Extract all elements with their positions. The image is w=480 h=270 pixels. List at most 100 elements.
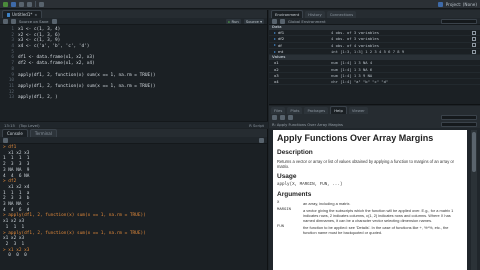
back-arrow-icon[interactable] bbox=[3, 18, 8, 24]
new-file-icon[interactable] bbox=[3, 1, 8, 7]
line-number-gutter: 1 2 3 4 5 6 7 8 9 10 11 12 13 bbox=[0, 27, 14, 101]
editor-tabs: Untitled1* × bbox=[0, 10, 267, 18]
r-file-icon bbox=[7, 12, 10, 17]
import-dataset-icon[interactable] bbox=[272, 18, 277, 24]
view-table-icon[interactable] bbox=[472, 49, 476, 54]
description-text: Returns a vector or array or list of val… bbox=[277, 159, 455, 170]
expand-arrow-icon[interactable] bbox=[274, 31, 276, 34]
help-topic-label: R: Apply Functions Over Array Margins bbox=[272, 122, 343, 127]
tab-files[interactable]: Files bbox=[271, 107, 286, 114]
environment-toolbar: Global Environment bbox=[269, 18, 480, 25]
tab-history[interactable]: History bbox=[305, 11, 325, 18]
source-label: Source bbox=[245, 18, 259, 24]
global-env-selector[interactable]: Global Environment bbox=[288, 19, 326, 24]
arguments-heading: Arguments bbox=[277, 191, 312, 199]
variable-value: 4 obs. of 3 variables bbox=[331, 36, 380, 42]
code-line[interactable]: apply(df1, 2, function(x) sum(x == 1, na… bbox=[18, 84, 155, 90]
variable-name-text: mt bbox=[278, 49, 284, 55]
code-line[interactable]: apply(df1, 2, ) bbox=[18, 95, 155, 101]
tab-console[interactable]: Console bbox=[2, 129, 28, 137]
broom-icon[interactable] bbox=[280, 18, 285, 24]
find-in-topic-input[interactable] bbox=[441, 122, 477, 127]
help-pane-tabs: Files Plots Packages Help Viewer bbox=[269, 106, 480, 114]
search-icon[interactable] bbox=[51, 18, 57, 24]
help-scrollbar[interactable] bbox=[471, 130, 477, 270]
expand-arrow-icon[interactable] bbox=[274, 50, 276, 53]
save-icon[interactable] bbox=[27, 1, 32, 7]
tab-environment[interactable]: Environment bbox=[271, 10, 304, 18]
environment-search-input[interactable] bbox=[441, 18, 477, 24]
console-pane: Console Terminal > df1 x1 x2 x3 1 1 1 12 … bbox=[0, 129, 268, 270]
argument-name: X bbox=[277, 201, 280, 206]
help-search-input[interactable] bbox=[441, 115, 477, 120]
home-icon[interactable] bbox=[288, 115, 293, 120]
scrollbar-thumb[interactable] bbox=[472, 132, 476, 172]
tab-plots[interactable]: Plots bbox=[287, 107, 303, 114]
open-file-icon[interactable] bbox=[19, 1, 24, 7]
main-toolbar: Project: (None) bbox=[0, 0, 480, 9]
run-arrow-icon: ▸ bbox=[228, 18, 231, 24]
view-table-icon[interactable] bbox=[472, 30, 476, 35]
variable-value: int [1:3, 1:3] 1 2 3 4 5 6 7 8 9 bbox=[331, 49, 405, 55]
argument-description: a vector giving the subscripts which the… bbox=[303, 208, 454, 224]
scope-selector[interactable]: (Top Level) bbox=[19, 123, 40, 128]
variable-name: x4 bbox=[269, 79, 331, 84]
tab-viewer[interactable]: Viewer bbox=[348, 107, 368, 114]
variable-name-text: x1 bbox=[274, 60, 279, 66]
file-type-selector[interactable]: R Script bbox=[249, 123, 264, 128]
terminal-tab-label: Terminal bbox=[34, 131, 52, 136]
usage-heading: Usage bbox=[277, 173, 297, 181]
view-table-icon[interactable] bbox=[472, 43, 476, 48]
tab-help[interactable]: Help bbox=[330, 106, 347, 114]
source-on-save-checkbox[interactable]: Source on Save bbox=[19, 19, 49, 24]
project-menu[interactable]: Project: (None) bbox=[446, 2, 477, 7]
environment-tabs: Environment History Connections bbox=[269, 10, 480, 18]
variable-name-text: df2 bbox=[278, 36, 285, 42]
console-toolbar bbox=[0, 137, 267, 144]
source-editor-pane: Untitled1* × Source on Save ▸ Run Source… bbox=[0, 10, 268, 128]
tab-connections[interactable]: Connections bbox=[326, 11, 357, 18]
tab-packages[interactable]: Packages bbox=[304, 107, 329, 114]
print-icon[interactable] bbox=[39, 1, 44, 7]
save-icon[interactable] bbox=[11, 18, 16, 24]
source-button[interactable]: Source ▾ bbox=[243, 18, 264, 24]
tab-label: Untitled1* bbox=[12, 12, 33, 17]
close-tab-icon[interactable]: × bbox=[34, 13, 37, 17]
forward-icon[interactable] bbox=[280, 115, 285, 120]
variable-value: num [1:4] 1 3 NA 4 bbox=[331, 60, 373, 66]
line-number: 13 bbox=[8, 95, 14, 101]
run-button[interactable]: ▸ Run bbox=[226, 18, 241, 24]
argument-description: an array, including a matrix. bbox=[303, 201, 351, 207]
tab-untitled1[interactable]: Untitled1* × bbox=[2, 10, 43, 18]
argument-row: FUN the function to be applied: see 'Deta… bbox=[277, 225, 463, 235]
variable-value: chr [1:4] "a" "b" "c" "d" bbox=[331, 79, 389, 85]
variable-name: df1 bbox=[269, 30, 331, 35]
variable-name: x1 bbox=[269, 60, 331, 65]
files-help-pane: Files Plots Packages Help Viewer R: Apply Fu… bbox=[269, 106, 480, 270]
project-icon bbox=[437, 1, 443, 7]
view-table-icon[interactable] bbox=[472, 36, 476, 41]
code-lines[interactable]: x1 <- c(1, 3, 4) x2 <- c(1, 3, 6) x3 <- c(… bbox=[18, 27, 155, 101]
argument-description: the function to be applied: see 'Details… bbox=[303, 225, 449, 236]
environment-pane: Environment History Connections Global Env… bbox=[269, 10, 480, 105]
code-area[interactable]: 1 2 3 4 5 6 7 8 9 10 11 12 13 x1 <- c(1, 3, 4) x2 <- … bbox=[0, 26, 268, 120]
argument-row: MARGIN a vector giving the subscripts whi… bbox=[277, 208, 463, 223]
variable-value: 4 obs. of 4 variables bbox=[331, 42, 380, 48]
variable-value: num [1:4] 1 3 9 NA bbox=[331, 72, 373, 78]
console-output[interactable]: > df1 x1 x2 x3 1 1 1 12 3 3 33 NA NA 94 4… bbox=[3, 145, 146, 259]
environment-row[interactable]: x4 chr [1:4] "a" "b" "c" "d" bbox=[269, 79, 480, 86]
expand-arrow-icon[interactable] bbox=[274, 37, 276, 40]
values-list: x1 num [1:4] 1 3 NA 4 x2 num [1:4] 1 3 NA 6… bbox=[269, 60, 480, 86]
console-line: > apply(df1, 2, function(x) sum(x == 1, … bbox=[3, 230, 146, 236]
r-version-icon bbox=[3, 137, 8, 143]
tab-terminal[interactable]: Terminal bbox=[29, 129, 57, 137]
help-topic-bar: R: Apply Functions Over Array Margins bbox=[269, 121, 480, 128]
clear-console-icon[interactable] bbox=[259, 137, 264, 143]
code-line[interactable]: apply(df1, 2, function(x) sum(x == 1, na… bbox=[18, 73, 155, 79]
argument-name: FUN bbox=[277, 225, 285, 230]
description-heading: Description bbox=[277, 149, 313, 156]
expand-arrow-icon[interactable] bbox=[274, 44, 276, 47]
new-project-icon[interactable] bbox=[11, 1, 16, 7]
back-icon[interactable] bbox=[272, 115, 277, 120]
variable-name: df2 bbox=[269, 36, 331, 41]
